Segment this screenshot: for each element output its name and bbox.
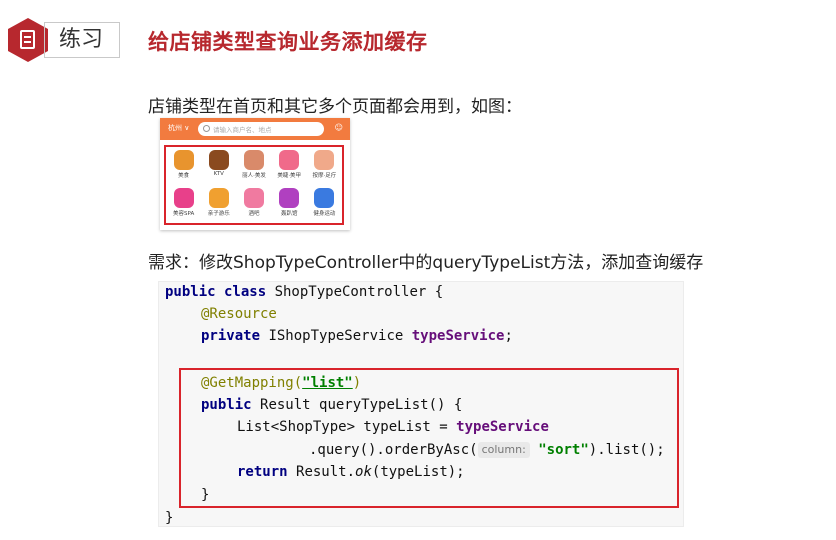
exercise-tab: 练习 <box>44 22 120 58</box>
dumbbell-icon <box>314 188 335 208</box>
app-screenshot: 杭州 ∨ 请输入商户名、地点 ☺ 美食 KTV 丽人·美发 美睫·美甲 按摩·足疗美容S… <box>160 118 350 230</box>
category-label: 亲子游乐 <box>207 211 230 217</box>
code-line-11: } <box>165 510 174 526</box>
user-icon[interactable]: ☺ <box>335 123 343 132</box>
category-label: 丽人·美发 <box>242 173 266 179</box>
category-item[interactable]: 轰趴馆 <box>272 185 307 223</box>
exercise-tab-label: 练习 <box>59 27 104 52</box>
spa-icon <box>173 188 194 208</box>
cocktail-icon <box>243 188 264 208</box>
hair-icon <box>243 150 264 170</box>
category-item[interactable]: 丽人·美发 <box>236 147 271 185</box>
nail-icon <box>279 150 300 170</box>
roast-chicken-icon <box>173 150 194 170</box>
city-selector[interactable]: 杭州 ∨ <box>168 123 189 133</box>
massage-icon <box>314 150 335 170</box>
mask-icon <box>279 188 300 208</box>
category-label: 美容SPA <box>172 211 195 217</box>
highlight-box <box>179 368 679 508</box>
code-line-2: @Resource <box>201 306 277 322</box>
category-label: 酒吧 <box>248 211 260 217</box>
app-top-bar: 杭州 ∨ 请输入商户名、地点 ☺ <box>160 118 350 140</box>
microphone-icon <box>208 150 229 170</box>
category-item[interactable]: 亲子游乐 <box>201 185 236 223</box>
category-item[interactable]: 美食 <box>166 147 201 185</box>
category-label: 轰趴馆 <box>280 211 298 217</box>
category-item[interactable]: 美容SPA <box>166 185 201 223</box>
category-item[interactable]: 健身运动 <box>307 185 342 223</box>
search-input[interactable]: 请输入商户名、地点 <box>198 122 324 136</box>
search-placeholder: 请输入商户名、地点 <box>213 126 272 134</box>
category-item[interactable]: 酒吧 <box>236 185 271 223</box>
category-item[interactable]: 按摩·足疗 <box>307 147 342 185</box>
category-label: KTV <box>213 171 224 177</box>
code-line-1: public class ShopTypeController { <box>165 284 444 300</box>
code-panel: public class ShopTypeController { @Resou… <box>158 281 684 527</box>
code-line-3: private IShopTypeService typeService; <box>201 328 513 344</box>
category-item[interactable]: 美睫·美甲 <box>272 147 307 185</box>
category-item[interactable]: KTV <box>201 147 236 185</box>
category-label: 美食 <box>178 173 190 179</box>
requirement-text: 需求：修改ShopTypeController中的queryTypeList方法… <box>148 253 704 273</box>
search-icon <box>203 125 210 132</box>
intro-text: 店铺类型在首页和其它多个页面都会用到，如图： <box>148 97 522 117</box>
category-label: 美睫·美甲 <box>277 173 302 179</box>
shop-type-grid: 美食 KTV 丽人·美发 美睫·美甲 按摩·足疗美容SPA 亲子游乐 酒吧 轰趴馆 健身运动 <box>164 145 344 225</box>
kid-icon <box>208 188 229 208</box>
exercise-doc-icon <box>8 18 48 62</box>
category-label: 健身运动 <box>313 211 336 217</box>
category-label: 按摩·足疗 <box>312 173 337 179</box>
page-title: 给店铺类型查询业务添加缓存 <box>148 30 428 54</box>
